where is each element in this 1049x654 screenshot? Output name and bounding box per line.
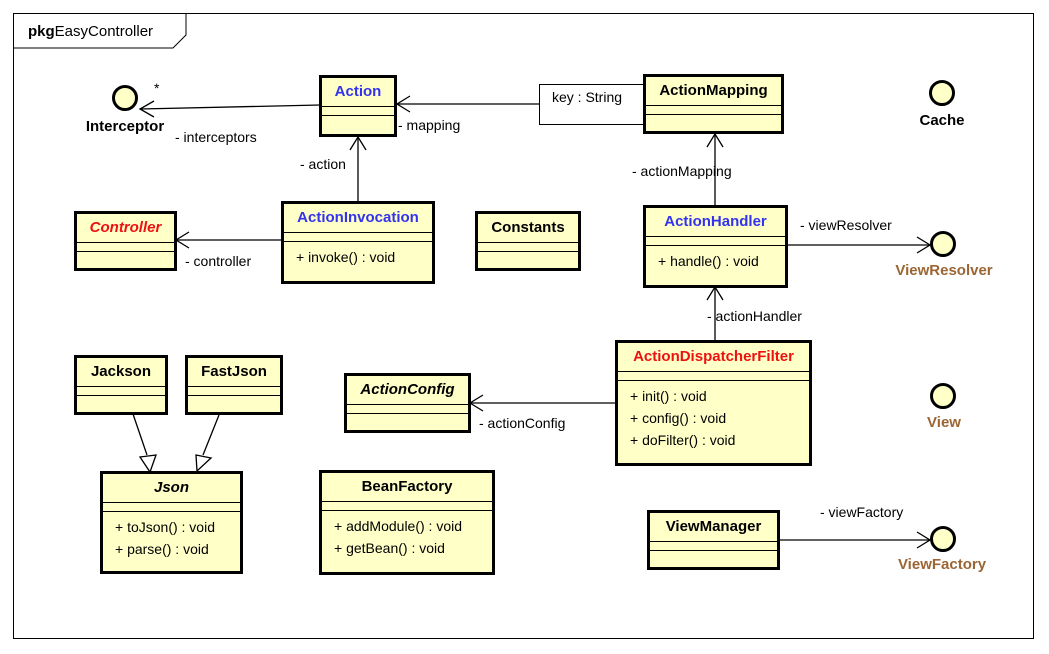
- interface-view-resolver-icon[interactable]: [930, 231, 956, 257]
- operation: + getBean() : void: [334, 540, 445, 556]
- multiplicity-interceptors: *: [154, 80, 160, 96]
- class-action-handler[interactable]: ActionHandler + handle() : void: [643, 205, 788, 288]
- class-action-dispatcher-filter[interactable]: ActionDispatcherFilter + init() : void +…: [615, 340, 812, 466]
- operation: + init() : void: [630, 388, 707, 404]
- role-view-resolver: - viewResolver: [800, 217, 892, 233]
- class-name: FastJson: [188, 358, 280, 387]
- class-name: Jackson: [77, 358, 165, 387]
- class-action[interactable]: Action: [319, 75, 397, 137]
- class-jackson[interactable]: Jackson: [74, 355, 168, 415]
- class-controller[interactable]: Controller: [74, 211, 177, 271]
- role-controller: - controller: [185, 253, 252, 269]
- operation: + invoke() : void: [296, 249, 396, 265]
- class-action-config[interactable]: ActionConfig: [344, 373, 471, 433]
- interface-view-icon[interactable]: [930, 383, 956, 409]
- interface-cache-icon[interactable]: [929, 80, 955, 106]
- role-action-config: - actionConfig: [479, 415, 566, 431]
- role-interceptors: - interceptors: [175, 129, 257, 145]
- role-action-mapping: - actionMapping: [632, 163, 732, 179]
- qualifier-key: key : String: [539, 84, 645, 125]
- generalization-jackson: [132, 413, 148, 456]
- class-name: ActionConfig: [347, 376, 468, 405]
- attributes-compartment: [322, 107, 394, 116]
- attributes-compartment: [646, 106, 781, 115]
- attributes-compartment: [646, 237, 785, 246]
- role-view-factory: - viewFactory: [820, 504, 904, 520]
- operation: + toJson() : void: [115, 519, 215, 535]
- interface-view-label: View: [927, 414, 961, 431]
- attributes-compartment: [347, 405, 468, 414]
- class-name: Json: [103, 474, 240, 503]
- triangle-fastjson: [195, 454, 213, 473]
- triangle-jackson: [138, 454, 157, 474]
- role-action-handler: - actionHandler: [707, 308, 802, 324]
- class-name: ActionHandler: [646, 208, 785, 237]
- interface-view-factory-icon[interactable]: [930, 526, 956, 552]
- operation: + addModule() : void: [334, 518, 463, 534]
- class-name: ActionMapping: [646, 77, 781, 106]
- role-action: - action: [300, 156, 346, 172]
- attributes-compartment: [77, 243, 174, 252]
- operation: + config() : void: [630, 410, 727, 426]
- assoc-interceptors: [139, 104, 321, 110]
- class-action-mapping[interactable]: ActionMapping: [643, 74, 784, 134]
- class-name: Action: [322, 78, 394, 107]
- attributes-compartment: [103, 503, 240, 512]
- operations-compartment: + addModule() : void + getBean() : void: [322, 511, 492, 559]
- class-action-invocation[interactable]: ActionInvocation + invoke() : void: [281, 201, 435, 284]
- interface-interceptor-label: Interceptor: [85, 118, 165, 135]
- class-name: ViewManager: [650, 513, 777, 542]
- attributes-compartment: [284, 233, 432, 242]
- operations-compartment: + init() : void + config() : void + doFi…: [618, 381, 809, 451]
- operation: + parse() : void: [115, 541, 209, 557]
- class-name: Constants: [478, 214, 578, 243]
- operation: + handle() : void: [658, 253, 759, 269]
- class-name: ActionInvocation: [284, 204, 432, 233]
- attributes-compartment: [322, 502, 492, 511]
- operations-compartment: + invoke() : void: [284, 242, 432, 268]
- attributes-compartment: [618, 372, 809, 381]
- attributes-compartment: [77, 387, 165, 396]
- class-name: ActionDispatcherFilter: [618, 343, 809, 372]
- class-constants[interactable]: Constants: [475, 211, 581, 271]
- class-fastjson[interactable]: FastJson: [185, 355, 283, 415]
- operations-compartment: + toJson() : void + parse() : void: [103, 512, 240, 560]
- interface-view-resolver-label: ViewResolver: [895, 262, 993, 279]
- attributes-compartment: [478, 243, 578, 252]
- operations-compartment: + handle() : void: [646, 246, 785, 272]
- class-view-manager[interactable]: ViewManager: [647, 510, 780, 570]
- class-json[interactable]: Json + toJson() : void + parse() : void: [100, 471, 243, 574]
- class-bean-factory[interactable]: BeanFactory + addModule() : void + getBe…: [319, 470, 495, 575]
- class-name: Controller: [77, 214, 174, 243]
- class-name: BeanFactory: [322, 473, 492, 502]
- attributes-compartment: [188, 387, 280, 396]
- interface-view-factory-label: ViewFactory: [897, 556, 987, 573]
- operation: + doFilter() : void: [630, 432, 736, 448]
- attributes-compartment: [650, 542, 777, 551]
- generalization-fastjson: [202, 414, 220, 456]
- role-mapping: - mapping: [398, 117, 461, 133]
- interface-cache-label: Cache: [919, 112, 965, 129]
- interface-interceptor-icon[interactable]: [112, 85, 138, 111]
